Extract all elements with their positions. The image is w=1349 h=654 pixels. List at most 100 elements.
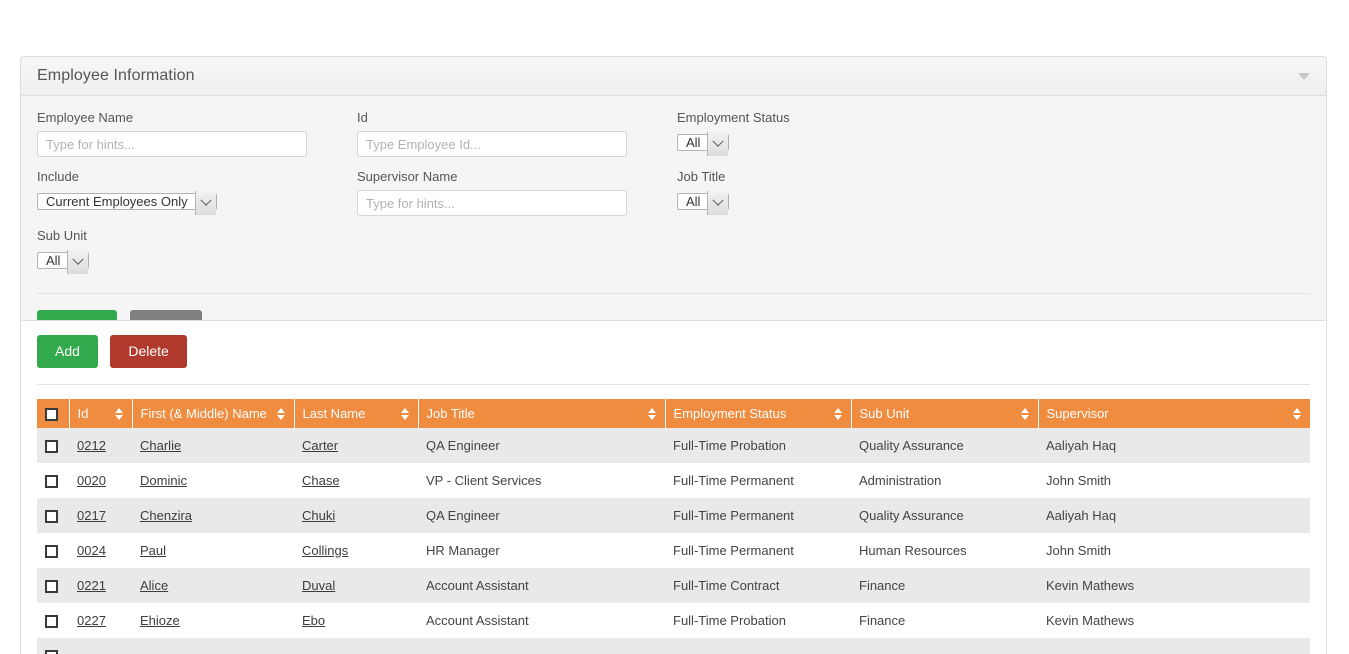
row-checkbox[interactable] (45, 650, 58, 654)
supervisor-name-input[interactable] (357, 190, 627, 216)
cell-id-link[interactable]: 0020 (77, 473, 106, 488)
job-title-select[interactable]: All (677, 193, 730, 210)
label-employment-status: Employment Status (677, 110, 790, 125)
cell-id: 0212 (69, 428, 132, 463)
cell-last-name-link[interactable]: Chase (302, 473, 340, 488)
cell-employment-status: Full-Time Contract (665, 568, 851, 603)
table-row: 0227 Ehioze Ebo Account Assistant Full-Time … (37, 603, 1310, 638)
row-select-cell (37, 428, 69, 463)
field-id: Id (357, 110, 677, 157)
field-employee-name: Employee Name (37, 110, 357, 157)
row-checkbox[interactable] (45, 510, 58, 524)
field-include: Include Current Employees Only (37, 169, 357, 216)
cell-job-title: Account Assistant (418, 603, 665, 638)
employment-status-select[interactable]: All (677, 134, 730, 151)
sort-icon[interactable] (833, 407, 843, 420)
employment-status-select-wrap: All (677, 131, 730, 156)
cell-last-name-link[interactable]: Carter (302, 438, 338, 453)
results-divider (37, 384, 1310, 385)
caret-down-icon[interactable] (1298, 72, 1310, 80)
cell-id-link[interactable]: 0217 (77, 508, 106, 523)
include-select-wrap: Current Employees Only (37, 190, 217, 215)
row-select-cell (37, 463, 69, 498)
label-job-title: Job Title (677, 169, 726, 184)
table-row: 0024 Paul Collings HR Manager Full-Time Perm… (37, 533, 1310, 568)
cell-last-name: Chase (294, 463, 418, 498)
cell-first-name-link[interactable]: Dominic (140, 473, 187, 488)
row-select-cell (37, 638, 69, 654)
sub-unit-select-wrap: All (37, 249, 90, 274)
column-header-first-name[interactable]: First (& Middle) Name (131, 399, 294, 428)
employee-name-input[interactable] (37, 131, 307, 157)
cell-first-name: Alice (132, 568, 294, 603)
cell-id: 0227 (69, 603, 132, 638)
cell-employment-status: Full-Time Permanent (665, 533, 851, 568)
cell-job-title: HR Manager (418, 533, 665, 568)
sort-icon[interactable] (276, 407, 286, 420)
column-header-sub-unit[interactable]: Sub Unit (850, 399, 1038, 428)
label-id: Id (357, 110, 368, 125)
column-header-id[interactable]: Id (68, 399, 132, 428)
cell-employment-status: Full-Time Permanent (665, 463, 851, 498)
row-checkbox[interactable] (45, 440, 58, 454)
cell-last-name-link[interactable]: Collings (302, 543, 348, 558)
sort-icon[interactable] (647, 407, 657, 420)
employee-results-panel: Add Delete Id First (& Middle) Name Last… (20, 320, 1327, 654)
cell-last-name-link[interactable]: Duval (302, 578, 335, 593)
select-all-checkbox[interactable] (45, 408, 58, 422)
sort-icon[interactable] (114, 407, 124, 420)
cell-last-name-link[interactable]: Chuki (302, 508, 335, 523)
row-checkbox[interactable] (45, 545, 58, 559)
cell-last-name: Chuki (294, 498, 418, 533)
employee-table: Id First (& Middle) Name Last Name Job T… (37, 399, 1310, 654)
cell-job-title: QA Engineer (418, 428, 665, 463)
label-include: Include (37, 169, 79, 184)
cell-id-link[interactable]: 0227 (77, 613, 106, 628)
cell-sub-unit: Quality Assurance (851, 498, 1038, 533)
cell-first-name-link[interactable]: Charlie (140, 438, 181, 453)
employee-search-panel: Employee Information Employee Name Id Em… (20, 56, 1327, 362)
results-button-row: Add Delete (37, 335, 1310, 384)
cell-last-name-link[interactable]: Ebo (302, 613, 325, 628)
row-checkbox[interactable] (45, 580, 58, 594)
employee-id-input[interactable] (357, 131, 627, 157)
sort-icon[interactable] (1020, 407, 1030, 420)
column-header-supervisor[interactable]: Supervisor (1037, 399, 1310, 428)
cell-id-link[interactable]: 0024 (77, 543, 106, 558)
cell-supervisor: John Smith (1038, 533, 1310, 568)
label-supervisor-name: Supervisor Name (357, 169, 458, 184)
cell-employment-status: Full-Time Probation (665, 428, 851, 463)
row-checkbox[interactable] (45, 615, 58, 629)
column-label: Sub Unit (859, 406, 910, 421)
sub-unit-select[interactable]: All (37, 252, 90, 269)
cell-first-name-link[interactable]: Alice (140, 578, 168, 593)
cell-job-title: VP - Client Services (418, 463, 665, 498)
panel-header: Employee Information (21, 57, 1326, 96)
sort-icon[interactable] (400, 407, 410, 420)
column-header-employment-status[interactable]: Employment Status (664, 399, 851, 428)
cell-empty (418, 638, 665, 654)
column-header-job-title[interactable]: Job Title (417, 399, 665, 428)
cell-first-name: Paul (132, 533, 294, 568)
job-title-select-wrap: All (677, 190, 730, 215)
cell-supervisor: Kevin Mathews (1038, 603, 1310, 638)
cell-id-link[interactable]: 0212 (77, 438, 106, 453)
cell-supervisor: Aaliyah Haq (1038, 498, 1310, 533)
select-all-header (37, 399, 69, 428)
cell-id: 0217 (69, 498, 132, 533)
cell-last-name: Carter (294, 428, 418, 463)
include-select[interactable]: Current Employees Only (37, 193, 217, 210)
sort-icon[interactable] (1292, 407, 1302, 420)
cell-last-name: Collings (294, 533, 418, 568)
cell-empty (69, 638, 132, 654)
cell-first-name-link[interactable]: Paul (140, 543, 166, 558)
row-checkbox[interactable] (45, 475, 58, 489)
delete-button[interactable]: Delete (110, 335, 187, 368)
cell-empty (665, 638, 851, 654)
cell-id-link[interactable]: 0221 (77, 578, 106, 593)
add-button[interactable]: Add (37, 335, 98, 368)
search-field-grid: Employee Name Id Employment Status All I… (37, 110, 1310, 285)
cell-first-name-link[interactable]: Chenzira (140, 508, 192, 523)
column-header-last-name[interactable]: Last Name (293, 399, 418, 428)
cell-first-name-link[interactable]: Ehioze (140, 613, 180, 628)
